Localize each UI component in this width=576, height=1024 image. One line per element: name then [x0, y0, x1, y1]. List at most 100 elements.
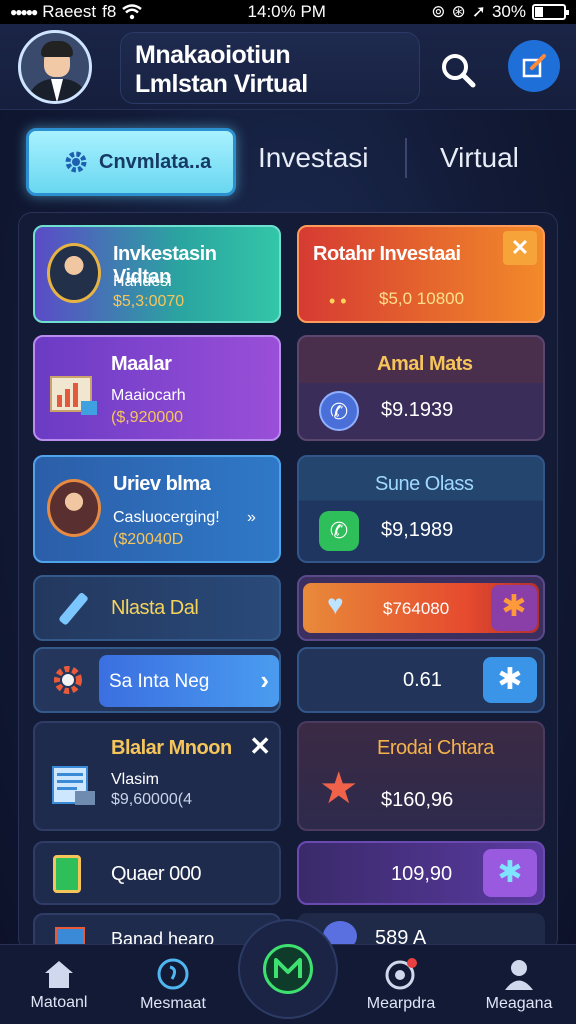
card-amal-mats[interactable]: Amal Mats ✆ $9.1939: [297, 335, 545, 441]
title-line-1: Mnakaoiotiun: [135, 41, 291, 69]
nav-messages-label: Mesmaat: [140, 995, 206, 1012]
nav-messages[interactable]: Mesmaat: [118, 945, 228, 1024]
dots-icon: • •: [329, 291, 347, 311]
card-uriev-blma[interactable]: Uriev blma Casluocerging! » ($20040D: [33, 455, 281, 563]
card-subtitle: Vlasim: [111, 771, 160, 788]
nav-profile-label: Meagana: [485, 995, 553, 1012]
card-value: 109,90: [391, 863, 453, 885]
battery-icon: [532, 4, 569, 20]
card-value: $9,60000(4: [111, 791, 192, 808]
card-sa-inta-neg[interactable]: Sa Inta Neg ›: [33, 647, 281, 713]
card-value: ($20040D: [113, 531, 184, 548]
chart-board-icon: [50, 376, 97, 415]
edit-button[interactable]: [508, 40, 560, 92]
wifi-icon: [122, 4, 143, 20]
card-title: Nlasta Dal: [111, 597, 199, 619]
nav-home[interactable]: Matoanl: [4, 945, 114, 1024]
star-blue-icon[interactable]: ✱: [483, 657, 537, 703]
logo-m-icon: [274, 958, 302, 978]
page-title: Mnakaoiotiun Lmlstan Virtual: [120, 32, 420, 104]
tab-active[interactable]: Cnvmlata..a: [26, 128, 236, 196]
tab-bar: Cnvmlata..a Investasi Virtual: [0, 118, 576, 204]
battery-percent: 30%: [491, 2, 526, 21]
bottom-nav: Matoanl Mesmaat Mearpdra Meagana: [0, 919, 576, 1024]
card-rotahr-investaai[interactable]: Rotahr Investaai ✕ • • $5,0 10800: [297, 225, 545, 323]
home-icon: [45, 961, 73, 988]
gear-icon: [65, 151, 87, 173]
gear-icon: [54, 666, 82, 694]
close-icon[interactable]: ✕: [503, 231, 537, 265]
phone-icon[interactable]: ✆: [319, 391, 359, 431]
alarm-icon: ⊛: [451, 2, 466, 21]
tab-active-label: Cnvmlata..a: [99, 150, 212, 173]
location-icon: ➚: [471, 2, 486, 21]
card-investasi-virtual[interactable]: Invkestasin Vidtan Handesi $5,3:0070: [33, 225, 281, 323]
nav-home-label: Matoanl: [30, 994, 88, 1011]
document-icon: [52, 766, 95, 805]
network-type: f8: [102, 2, 117, 21]
card-value: $5,0 10800: [379, 289, 465, 308]
pen-icon: [59, 593, 88, 625]
card-value: $9.1939: [381, 399, 454, 421]
star-figure-icon: ★: [319, 764, 359, 813]
battery-fill: [535, 7, 543, 17]
whatsapp-icon[interactable]: ✆: [319, 511, 359, 551]
status-time: 14:0% PM: [247, 2, 326, 21]
card-title: Quaer 000: [111, 863, 202, 885]
card-title: Sune Olass: [375, 473, 474, 495]
card-heart-value[interactable]: ♥ $764080 ✱: [297, 575, 545, 641]
button-label: Sa Inta Neg: [109, 671, 210, 692]
title-line-2: Lmlstan Virtual: [135, 70, 308, 98]
card-blalar-mnoon[interactable]: Blalar Mnoon ✕ Vlasim $9,60000(4: [33, 721, 281, 831]
message-icon: [157, 958, 189, 990]
card-sune-olass[interactable]: Sune Olass ✆ $9,1989: [297, 455, 545, 563]
avatar-small: [47, 243, 101, 303]
nav-reports-label: Mearpdra: [366, 995, 436, 1012]
card-nlasta-dal[interactable]: Nlasta Dal: [33, 575, 281, 641]
avatar[interactable]: [18, 30, 92, 104]
close-icon[interactable]: ✕: [249, 731, 271, 762]
card-title: Blalar Mnoon: [111, 737, 232, 759]
card-erodai-chtara[interactable]: Erodai Chtara ★ $160,96: [297, 721, 545, 831]
nav-reports[interactable]: Mearpdra: [346, 945, 456, 1024]
chevron-right-icon: ›: [260, 665, 269, 695]
green-device-icon: [53, 855, 81, 893]
heart-icon: ♥: [327, 589, 344, 620]
card-value: $9,1989: [381, 519, 454, 541]
app-header: Mnakaoiotiun Lmlstan Virtual: [0, 24, 576, 110]
center-action-button[interactable]: [238, 919, 338, 1019]
card-title: Amal Mats: [377, 353, 473, 375]
tab-investasi[interactable]: Investasi: [258, 142, 369, 174]
star-purple-icon[interactable]: ✱: [483, 849, 537, 897]
card-title: Erodai Chtara: [377, 737, 494, 759]
lock-rotation-icon: ⊚: [431, 2, 446, 21]
card-title: Uriev blma: [113, 473, 211, 495]
user-icon: [505, 960, 533, 990]
card-grid: Invkestasin Vidtan Handesi $5,3:0070 Rot…: [18, 212, 558, 952]
carrier-name: Raeest: [42, 2, 97, 21]
card-maalar[interactable]: Maalar Maaiocarh ($,920000: [33, 335, 281, 441]
card-value: $764080: [383, 599, 450, 618]
tab-divider: [405, 138, 407, 178]
avatar-small: [47, 479, 101, 537]
card-value: ($,920000: [111, 409, 184, 426]
card-subtitle: Handesi: [113, 273, 172, 290]
chevron-right-icon[interactable]: »: [247, 509, 256, 527]
card-value: $5,3:0070: [113, 293, 185, 310]
card-subtitle: Casluocerging!: [113, 509, 220, 526]
card-quaer[interactable]: Quaer 000: [33, 841, 281, 905]
card-value: 0.61: [403, 669, 442, 691]
search-icon[interactable]: [436, 48, 480, 92]
signal-dots-icon: ●●●●●: [10, 5, 38, 19]
star-orange-icon[interactable]: ✱: [491, 585, 537, 631]
card-061[interactable]: 0.61 ✱: [297, 647, 545, 713]
nav-profile[interactable]: Meagana: [464, 945, 574, 1024]
sa-inta-neg-button[interactable]: Sa Inta Neg ›: [99, 655, 279, 707]
card-title: Maalar: [111, 353, 172, 375]
card-subtitle: Maaiocarh: [111, 387, 186, 404]
card-109[interactable]: 109,90 ✱: [297, 841, 545, 905]
status-bar: ●●●●● Raeest f8 14:0% PM ⊚ ⊛ ➚ 30%: [0, 0, 576, 24]
card-value: $160,96: [381, 789, 454, 811]
tab-virtual[interactable]: Virtual: [440, 142, 519, 174]
notification-icon: [385, 958, 417, 990]
